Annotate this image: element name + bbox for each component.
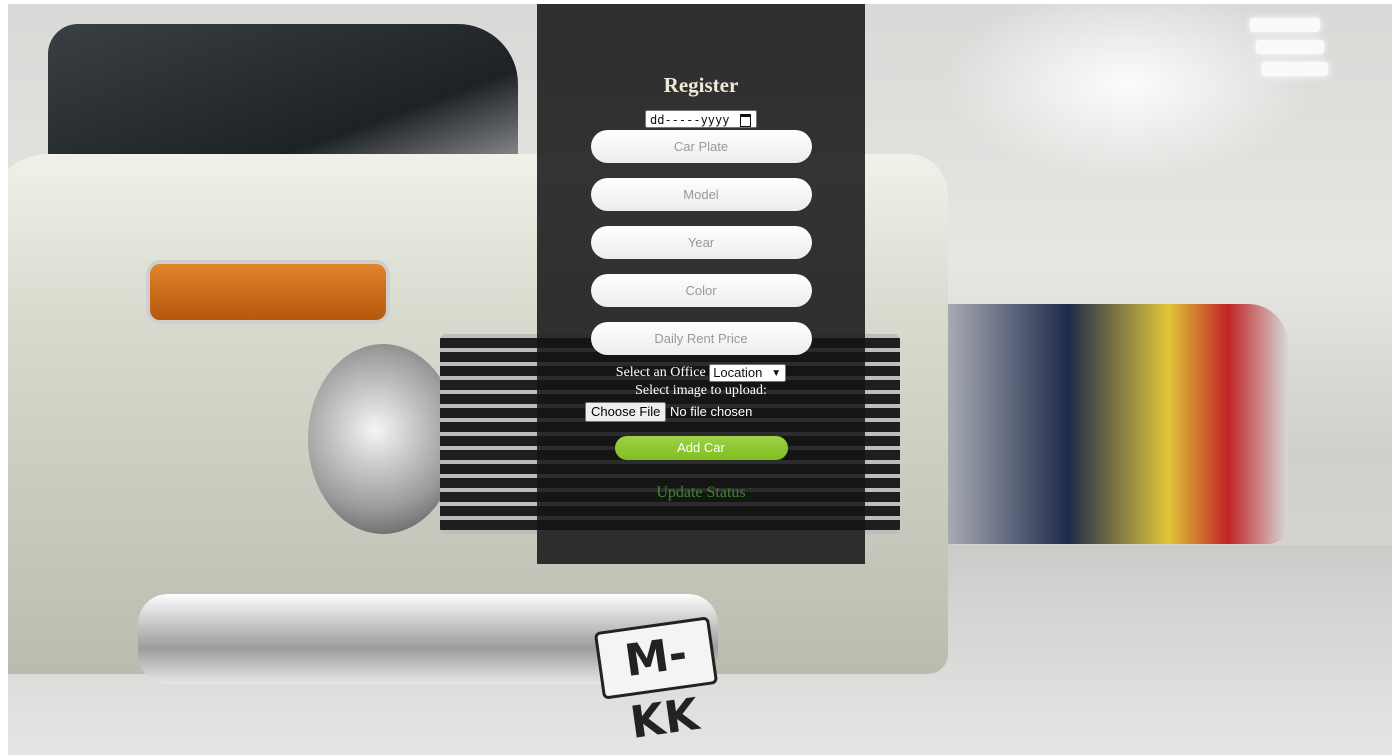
- office-select-value: Location: [713, 365, 763, 380]
- color-input[interactable]: Color: [590, 274, 812, 307]
- daily-rent-price-input[interactable]: Daily Rent Price: [590, 322, 812, 355]
- chevron-down-icon: ▼: [771, 368, 782, 379]
- office-label: Select an Office: [615, 365, 706, 381]
- calendar-icon[interactable]: [740, 114, 751, 127]
- car-headlight: [308, 344, 458, 534]
- model-input[interactable]: Model: [590, 178, 812, 211]
- date-placeholder: dd-----yyyy: [650, 113, 730, 127]
- office-row: Select an Office Location ▼: [537, 364, 865, 382]
- add-car-button[interactable]: Add Car: [614, 436, 788, 461]
- update-status-text: Update Status: [656, 484, 746, 502]
- upload-label: Select image to upload:: [635, 383, 767, 399]
- office-select[interactable]: Location ▼: [709, 364, 787, 382]
- file-row: Choose File No file chosen: [537, 402, 865, 423]
- car-indicator: [146, 260, 390, 324]
- car-plate-input[interactable]: Car Plate: [590, 130, 812, 163]
- ceiling-light: [1262, 62, 1328, 76]
- choose-file-button[interactable]: Choose File: [585, 402, 667, 423]
- register-title: Register: [663, 73, 739, 97]
- ceiling-light: [1256, 40, 1324, 54]
- ceiling-light: [1250, 18, 1320, 32]
- background-cars: [888, 304, 1288, 544]
- register-panel: Register dd-----yyyy Car Plate Model Yea…: [537, 4, 865, 564]
- no-file-text: No file chosen: [670, 404, 753, 420]
- year-input[interactable]: Year: [590, 226, 812, 259]
- date-input[interactable]: dd-----yyyy: [645, 110, 757, 128]
